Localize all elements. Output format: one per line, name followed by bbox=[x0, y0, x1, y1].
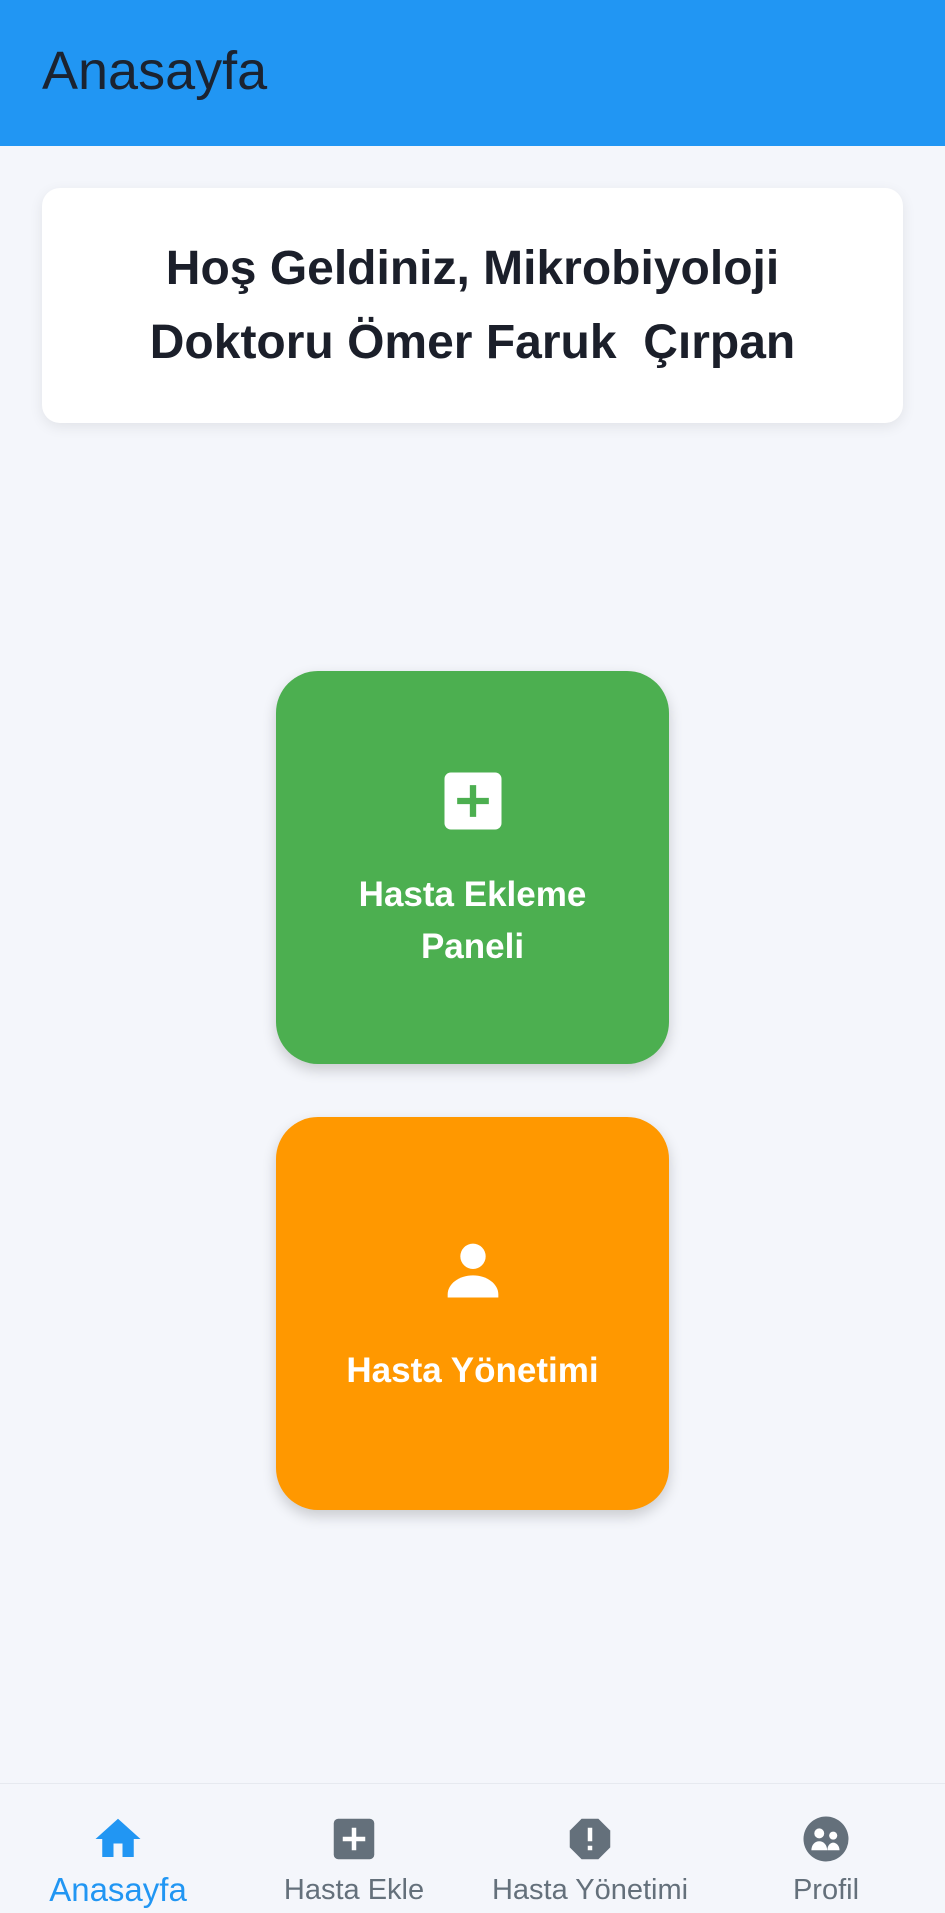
page-title: Anasayfa bbox=[42, 41, 268, 101]
person-icon bbox=[447, 1243, 498, 1297]
nav-label-add-patient: Hasta Ekle bbox=[283, 1874, 425, 1906]
welcome-card: Hoş Geldiniz, Mikrobiyoloji Doktoru Ömer… bbox=[42, 188, 903, 423]
add-box-icon bbox=[333, 1818, 375, 1860]
add-box-icon bbox=[444, 772, 501, 829]
nav-item-profile[interactable]: Profil bbox=[708, 1784, 944, 1913]
patient-management-label: Hasta Yönetimi bbox=[346, 1350, 599, 1390]
app-bar: Anasayfa bbox=[0, 0, 945, 146]
nav-label-home: Anasayfa bbox=[49, 1872, 187, 1908]
add-patient-panel-label: Hasta Ekleme Paneli bbox=[358, 874, 587, 966]
nav-item-patient-management[interactable]: Hasta Yönetimi bbox=[472, 1784, 708, 1913]
nav-label-patient-management: Hasta Yönetimi bbox=[491, 1874, 689, 1906]
add-patient-panel-button[interactable]: Hasta Ekleme Paneli bbox=[276, 671, 669, 1064]
home-icon bbox=[95, 1818, 141, 1857]
alert-icon bbox=[569, 1818, 611, 1860]
patient-management-button[interactable]: Hasta Yönetimi bbox=[276, 1117, 669, 1510]
bottom-navigation: Anasayfa Hasta Ekle Hasta Yönetimi Profi… bbox=[0, 1783, 945, 1913]
welcome-message: Hoş Geldiniz, Mikrobiyoloji Doktoru Ömer… bbox=[149, 241, 796, 369]
nav-label-profile: Profil bbox=[792, 1874, 860, 1906]
people-icon bbox=[803, 1816, 849, 1862]
nav-item-add-patient[interactable]: Hasta Ekle bbox=[236, 1784, 472, 1913]
nav-item-home[interactable]: Anasayfa bbox=[0, 1784, 236, 1913]
